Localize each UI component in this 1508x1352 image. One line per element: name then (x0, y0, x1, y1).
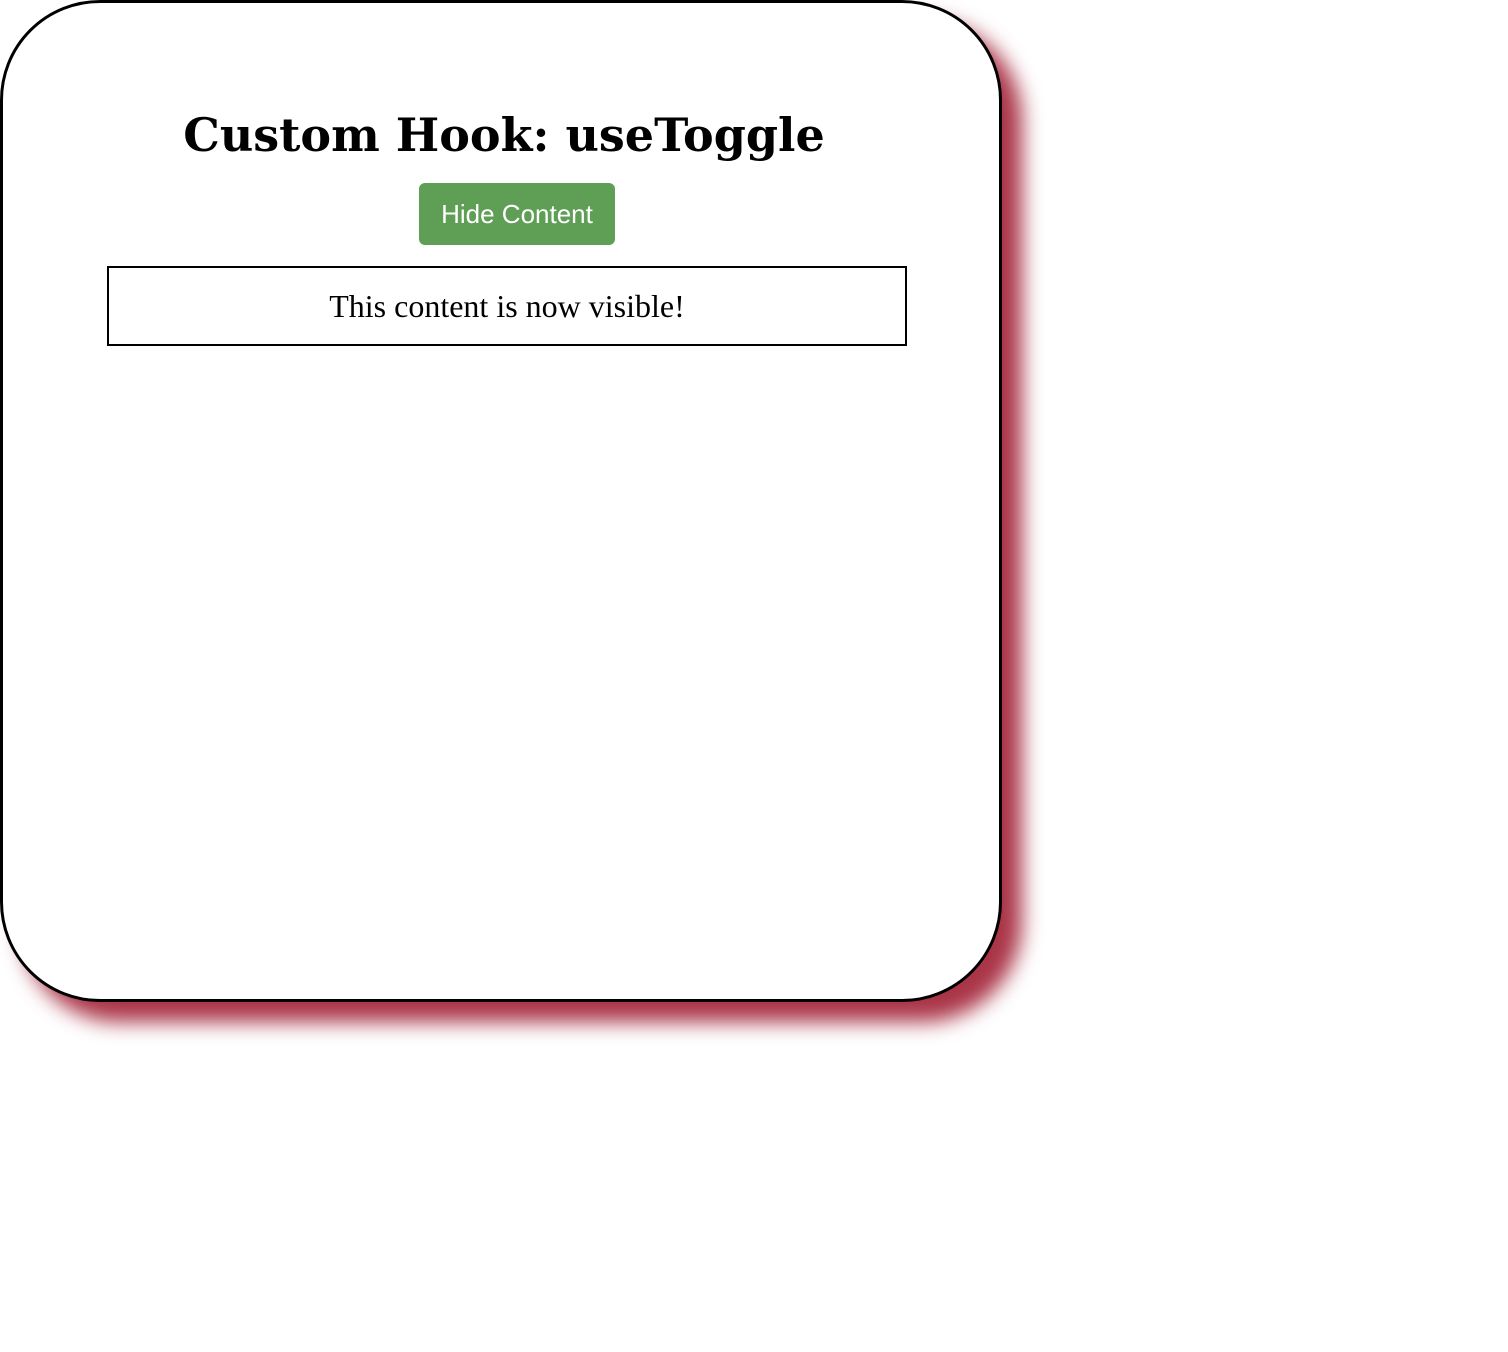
toggled-content-box: This content is now visible! (107, 266, 907, 346)
toggle-card: Custom Hook: useToggle Hide Content This… (0, 0, 1002, 1002)
page-title: Custom Hook: useToggle (183, 108, 825, 162)
hide-content-button[interactable]: Hide Content (419, 183, 615, 245)
toggled-content-text: This content is now visible! (329, 287, 685, 324)
